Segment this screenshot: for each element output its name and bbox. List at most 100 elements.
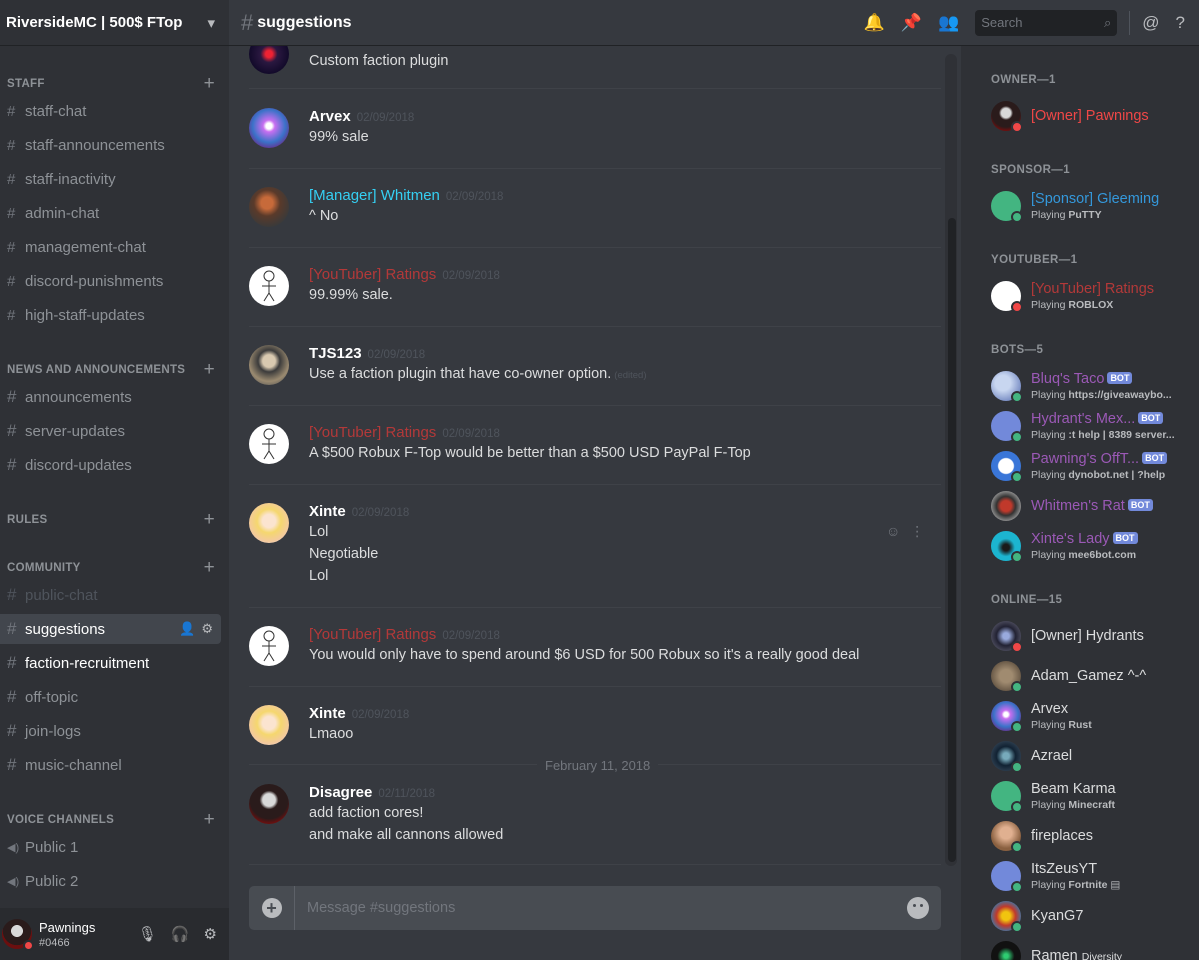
channel-label: off-topic [25,688,79,706]
message-author[interactable]: Disagree [309,784,372,801]
category-staff[interactable]: STAFF + [7,74,215,93]
channel-music-channel[interactable]: # music-channel [0,750,221,780]
channel-staff-announcements[interactable]: # staff-announcements [0,130,221,160]
channel-faction-recruitment[interactable]: # faction-recruitment [0,648,221,678]
message-composer[interactable]: + Message #suggestions [249,886,941,930]
member-item[interactable]: Beam Karma Playing Minecraft [991,779,1191,813]
status-online-icon [1011,471,1023,483]
avatar[interactable] [2,919,34,951]
gear-icon[interactable]: ⚙ [204,925,217,943]
pin-icon[interactable]: 📌 [901,13,922,33]
invite-icon[interactable]: 👤 [179,621,195,637]
message-author[interactable]: [YouTuber] Ratings [309,266,436,283]
avatar[interactable] [249,187,289,227]
member-item[interactable]: [Owner] Pawnings [991,99,1191,133]
category-community[interactable]: COMMUNITY + [7,558,215,577]
gear-icon[interactable]: ⚙ [201,621,213,637]
bell-icon[interactable]: 🔔 [864,13,885,33]
message-timestamp: 02/09/2018 [367,349,426,361]
member-item[interactable]: Whitmen's Rat BOT [991,489,1191,523]
channel-admin-chat[interactable]: # admin-chat [0,198,221,228]
more-options-icon[interactable]: ⋮ [910,523,924,540]
help-icon[interactable]: ? [1176,13,1185,33]
activity-game: dynobot.net | ?help [1068,469,1166,481]
message-author[interactable]: Xinte [309,503,346,520]
member-item[interactable]: Pawning's OffT... BOT Playing dynobot.net… [991,449,1191,483]
message-author[interactable]: [YouTuber] Ratings [309,626,436,643]
add-channel-icon[interactable]: + [204,810,215,829]
channel-join-logs[interactable]: # join-logs [0,716,221,746]
hash-icon: # [241,9,254,35]
voice-channel-public-2[interactable]: ◀) Public 2 [0,866,221,896]
channel-public-chat[interactable]: # public-chat [0,580,221,610]
microphone-icon[interactable]: 🎙 [138,925,157,943]
message-author[interactable]: [Manager] Whitmen [309,187,440,204]
avatar[interactable] [249,503,289,543]
server-header[interactable]: RiversideMC | 500$ FTop ▾ [0,0,229,46]
message-text: Lmaoo [309,726,354,742]
member-item[interactable]: KyanG7 [991,899,1191,933]
channel-off-topic[interactable]: # off-topic [0,682,221,712]
category-label: NEWS AND ANNOUNCEMENTS [7,364,186,376]
upload-button[interactable]: + [249,886,295,930]
channel-discord-punishments[interactable]: # discord-punishments [0,266,221,296]
add-reaction-icon[interactable]: ☺ [886,523,900,540]
member-item[interactable]: fireplaces [991,819,1191,853]
member-item[interactable]: Adam_Gamez ^-^ [991,659,1191,693]
avatar[interactable] [249,424,289,464]
member-activity: Playing https://giveawaybo... [1031,389,1172,401]
avatar[interactable] [249,46,289,74]
channel-staff-inactivity[interactable]: # staff-inactivity [0,164,221,194]
member-item[interactable]: Azrael [991,739,1191,773]
voice-channel-public-1[interactable]: ◀) Public 1 [0,832,221,862]
emoji-icon[interactable] [907,897,929,919]
channel-management-chat[interactable]: # management-chat [0,232,221,262]
channel-suggestions[interactable]: # suggestions 👤 ⚙ [0,614,221,644]
category-rules[interactable]: RULES + [7,510,215,529]
status-online-icon [1011,921,1023,933]
member-name: Azrael [1031,748,1073,764]
add-channel-icon[interactable]: + [204,74,215,93]
avatar[interactable] [249,626,289,666]
message-author[interactable]: Xinte [309,705,346,722]
channel-label: server-updates [25,422,126,440]
category-voice[interactable]: VOICE CHANNELS + [7,810,215,829]
member-item[interactable]: Ramen Diversity [991,939,1191,960]
channel-high-staff-updates[interactable]: # high-staff-updates [0,300,221,330]
member-item[interactable]: [Owner] Hydrants [991,619,1191,653]
mention-icon[interactable]: @ [1142,13,1159,33]
member-item[interactable]: Bluq's Taco BOT Playing https://giveawayb… [991,369,1191,403]
member-item[interactable]: Arvex Playing Rust [991,699,1191,733]
message-author[interactable]: TJS123 [309,345,362,362]
scrollbar-thumb[interactable] [948,218,956,862]
add-channel-icon[interactable]: + [204,360,215,379]
member-item[interactable]: Hydrant's Mex... BOT Playing :t help | 83… [991,409,1191,443]
hash-icon: # [7,421,17,440]
avatar[interactable] [249,108,289,148]
role-header-online: ONLINE—15 [991,594,1063,606]
add-channel-icon[interactable]: + [204,558,215,577]
headphones-icon[interactable]: 🎧 [171,925,190,943]
avatar[interactable] [249,705,289,745]
channel-discord-updates[interactable]: # discord-updates [0,450,221,480]
channel-staff-chat[interactable]: # staff-chat [0,96,221,126]
member-item[interactable]: [YouTuber] Ratings Playing ROBLOX [991,279,1191,313]
message-author[interactable]: [YouTuber] Ratings [309,424,436,441]
channel-server-updates[interactable]: # server-updates [0,416,221,446]
member-item[interactable]: ItsZeusYT Playing Fortnite ▤ [991,859,1191,893]
members-icon[interactable]: 👥 [938,13,959,33]
channel-announcements[interactable]: # announcements [0,382,221,412]
message-input[interactable]: Message #suggestions [307,900,907,916]
category-news[interactable]: NEWS AND ANNOUNCEMENTS + [7,360,215,379]
message-author[interactable]: Arvex [309,108,351,125]
chevron-down-icon[interactable]: ▾ [207,14,215,32]
avatar[interactable] [249,345,289,385]
member-item[interactable]: [Sponsor] Gleeming Playing PuTTY [991,189,1191,223]
add-channel-icon[interactable]: + [204,510,215,529]
search-input[interactable]: Search ⌕ [975,9,1118,36]
avatar[interactable] [249,266,289,306]
locked-hash-icon: # [7,272,16,290]
rich-presence-icon[interactable]: ▤ [1110,879,1120,891]
avatar[interactable] [249,784,289,824]
member-item[interactable]: Xinte's Lady BOT Playing mee6bot.com [991,529,1191,563]
